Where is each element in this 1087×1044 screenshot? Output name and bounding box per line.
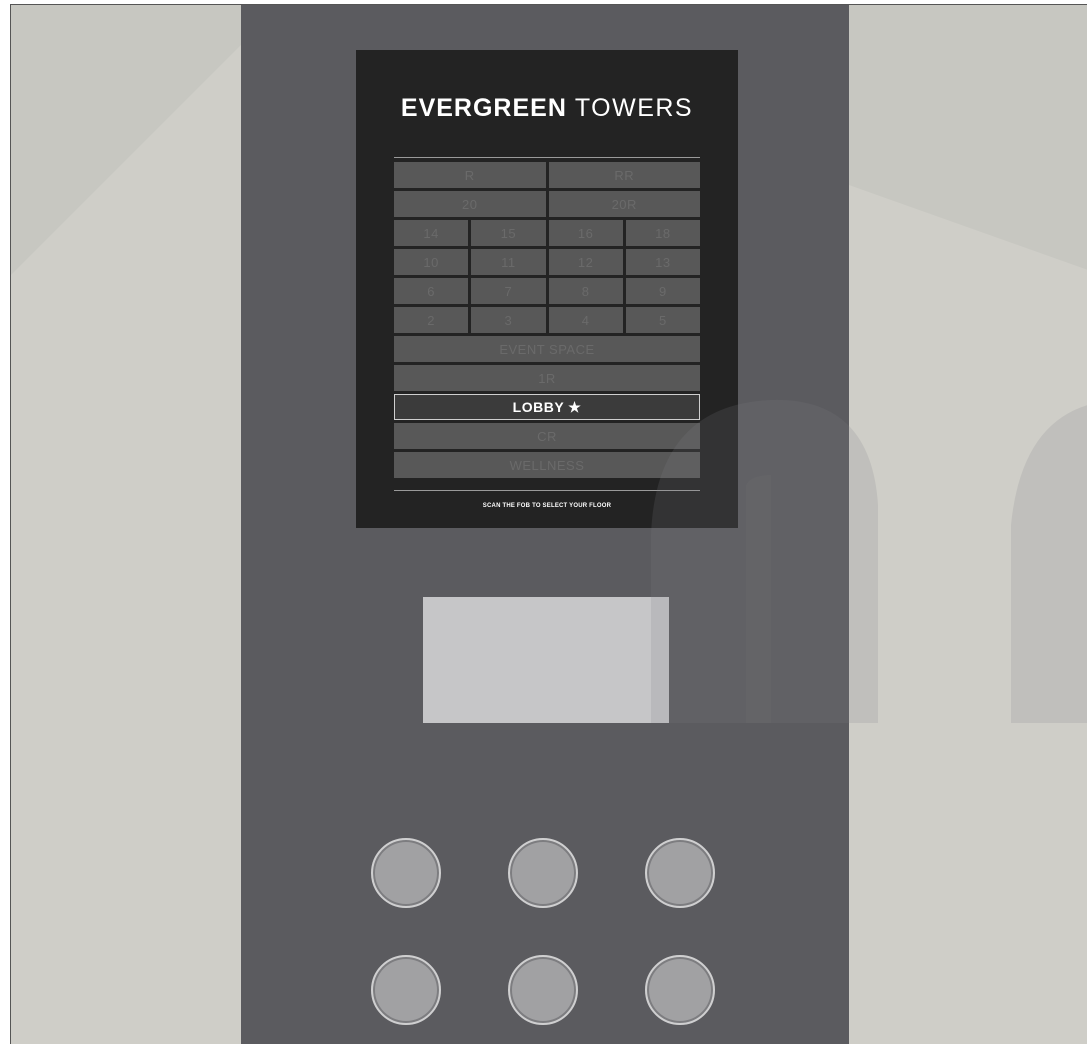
floor-button[interactable]: 14 (394, 220, 469, 246)
wall-shading-left (11, 5, 241, 275)
floor-row: 10 11 12 13 (394, 249, 700, 275)
fob-reader[interactable] (423, 597, 669, 723)
floor-button[interactable]: 8 (548, 278, 623, 304)
floor-button[interactable]: EVENT SPACE (394, 336, 700, 362)
floor-row: EVENT SPACE (394, 336, 700, 362)
floor-button[interactable]: 5 (625, 307, 700, 333)
floor-button[interactable]: 16 (548, 220, 623, 246)
floor-button[interactable]: 4 (548, 307, 623, 333)
floor-button[interactable]: 11 (471, 249, 546, 275)
floor-button[interactable]: 15 (471, 220, 546, 246)
floor-button[interactable]: 9 (625, 278, 700, 304)
floor-button[interactable]: 3 (471, 307, 546, 333)
floor-button[interactable]: 6 (394, 278, 469, 304)
floor-button[interactable]: R (394, 162, 546, 188)
destination-screen: EVERGREEN TOWERS R RR 20 20R 14 15 16 18 10 11 12 1… (356, 50, 738, 528)
keypad-button[interactable] (508, 955, 578, 1025)
wall-shading-right (849, 5, 1087, 270)
keypad-button[interactable] (371, 838, 441, 908)
floor-button[interactable]: 1R (394, 365, 700, 391)
floor-button[interactable]: 12 (548, 249, 623, 275)
divider-bottom (394, 490, 700, 491)
keypad-button[interactable] (645, 838, 715, 908)
floor-button[interactable]: 20 (394, 191, 546, 217)
floor-button[interactable]: 2 (394, 307, 469, 333)
brand-bold: EVERGREEN (400, 94, 567, 122)
scan-instruction: SCAN THE FOB TO SELECT YOUR FLOOR (482, 503, 612, 509)
keypad (371, 838, 723, 1025)
floor-row: LOBBY ★ (394, 394, 700, 420)
building-logo: EVERGREEN TOWERS (356, 94, 738, 123)
floor-button-grid: R RR 20 20R 14 15 16 18 10 11 12 13 6 7 8 9 2 3 4 5 EVENT SP… (394, 162, 700, 481)
floor-row: R RR (394, 162, 700, 188)
floor-row: 2345 (394, 307, 700, 333)
floor-row: 6789 (394, 278, 700, 304)
brand-light: TOWERS (574, 94, 694, 122)
floor-button[interactable]: WELLNESS (394, 452, 700, 478)
floor-button[interactable]: 7 (471, 278, 546, 304)
keypad-button[interactable] (371, 955, 441, 1025)
floor-button[interactable]: 18 (625, 220, 700, 246)
floor-button[interactable]: 13 (625, 249, 700, 275)
floor-button[interactable]: 10 (394, 249, 469, 275)
floor-row: 1R (394, 365, 700, 391)
divider-top (394, 157, 700, 158)
keypad-button[interactable] (508, 838, 578, 908)
floor-button[interactable]: RR (548, 162, 700, 188)
scene-frame: EVERGREEN TOWERS R RR 20 20R 14 15 16 18 10 11 12 1… (10, 4, 1087, 1044)
floor-button[interactable]: CR (394, 423, 700, 449)
floor-row: CR (394, 423, 700, 449)
keypad-button[interactable] (645, 955, 715, 1025)
floor-row: 20 20R (394, 191, 700, 217)
floor-row: 14 15 16 18 (394, 220, 700, 246)
floor-button[interactable]: LOBBY ★ (394, 394, 700, 420)
floor-button[interactable]: 20R (548, 191, 700, 217)
floor-row: WELLNESS (394, 452, 700, 478)
